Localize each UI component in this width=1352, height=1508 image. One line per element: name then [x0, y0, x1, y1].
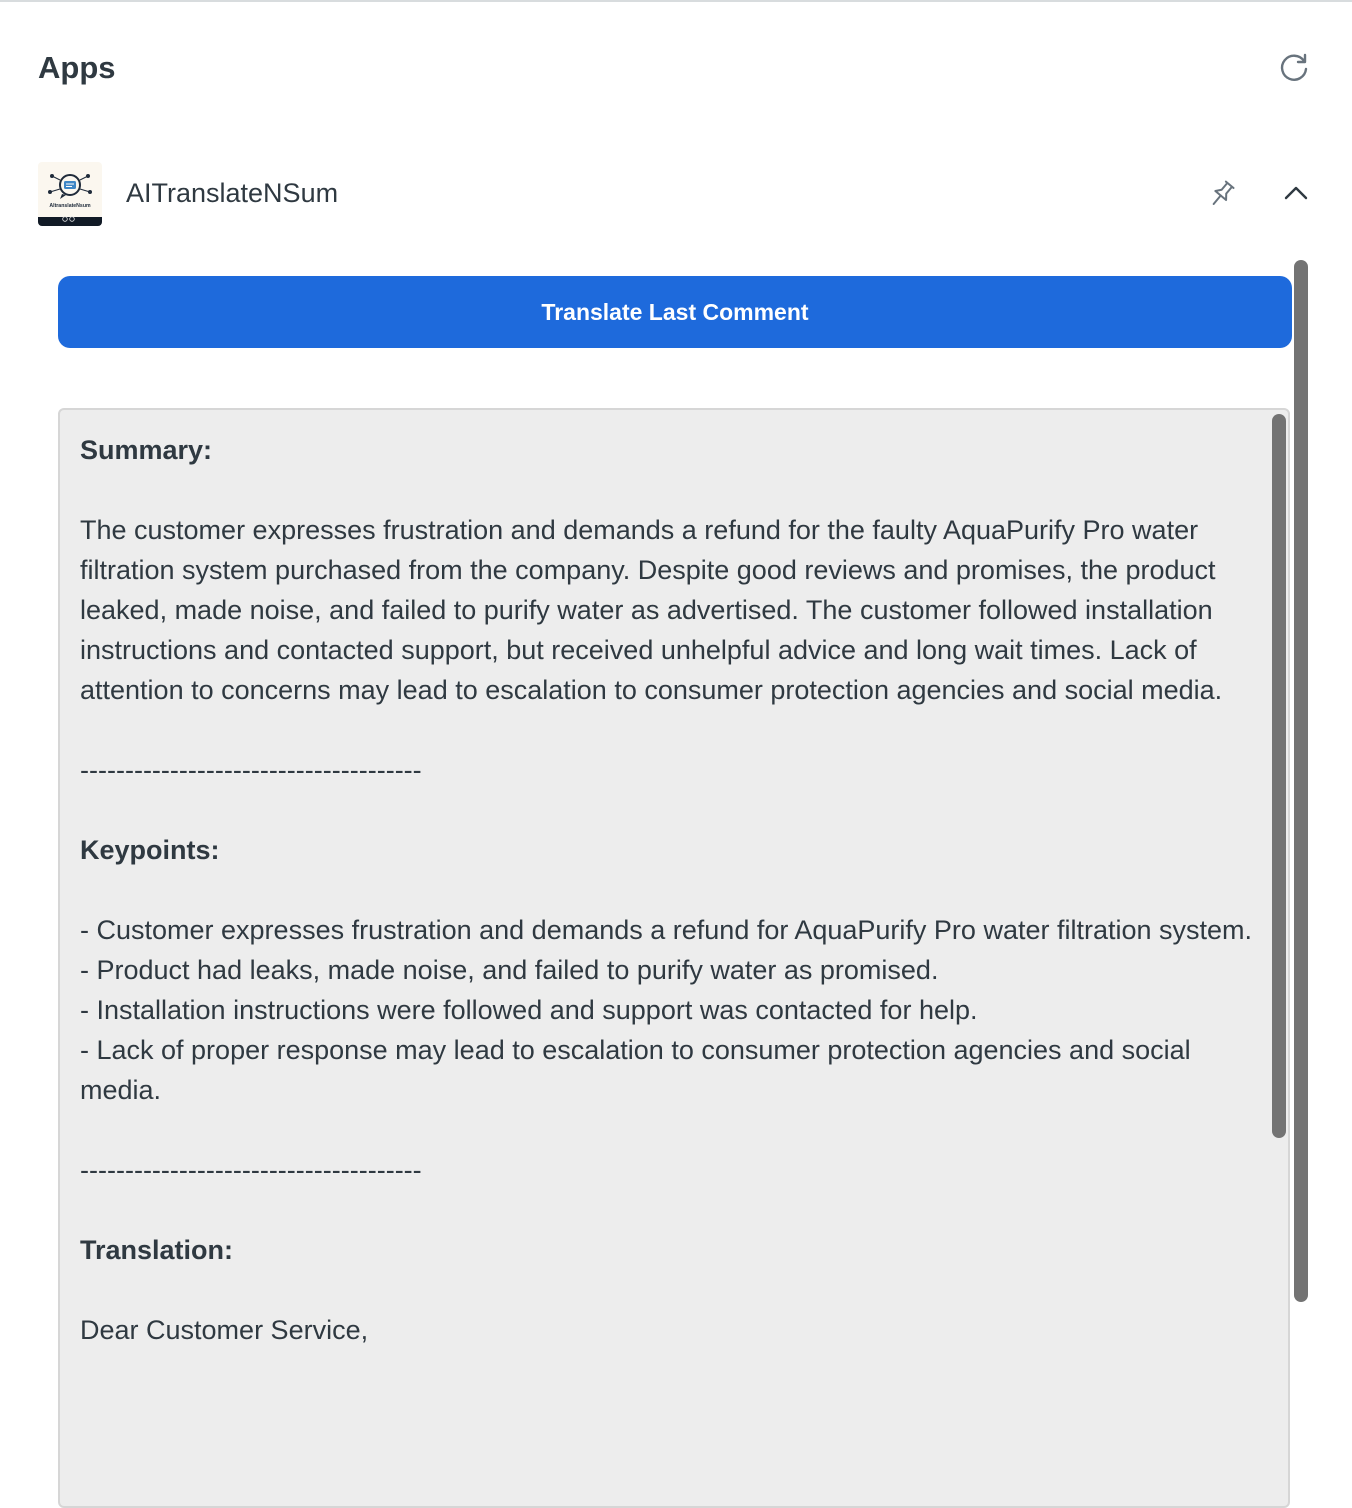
result-scrollbar[interactable] [1272, 414, 1286, 1138]
translation-heading: Translation: [80, 1235, 234, 1265]
translation-greeting: Dear Customer Service, [80, 1315, 369, 1345]
result-text: Summary: The customer expresses frustrat… [80, 430, 1260, 1350]
translate-last-comment-button[interactable]: Translate Last Comment [58, 276, 1292, 348]
keypoint-item: - Lack of proper response may lead to es… [80, 1035, 1191, 1105]
keypoints-heading: Keypoints: [80, 835, 220, 865]
summary-heading: Summary: [80, 435, 213, 465]
pin-icon[interactable] [1202, 174, 1242, 214]
summary-body: The customer expresses frustration and d… [80, 515, 1223, 705]
collapse-chevron-up-icon[interactable] [1276, 174, 1316, 214]
app-logo: AItranslateNsum [38, 162, 102, 226]
refresh-icon[interactable] [1274, 48, 1314, 88]
app-header-row: AItranslateNsum AITranslateNSum [38, 162, 1314, 226]
keypoint-item: - Installation instructions were followe… [80, 995, 978, 1025]
page-title: Apps [38, 50, 116, 85]
keypoint-item: - Customer expresses frustration and dem… [80, 915, 1253, 945]
top-divider [0, 0, 1352, 2]
app-name: AITranslateNSum [126, 178, 339, 208]
keypoint-item: - Product had leaks, made noise, and fai… [80, 955, 939, 985]
separator: -------------------------------------- [80, 1155, 422, 1185]
separator: -------------------------------------- [80, 755, 422, 785]
apps-header: Apps [38, 48, 1314, 92]
panel-scrollbar[interactable] [1294, 260, 1308, 1302]
app-logo-caption: AItranslateNsum [49, 203, 91, 209]
result-panel[interactable]: Summary: The customer expresses frustrat… [58, 408, 1290, 1508]
